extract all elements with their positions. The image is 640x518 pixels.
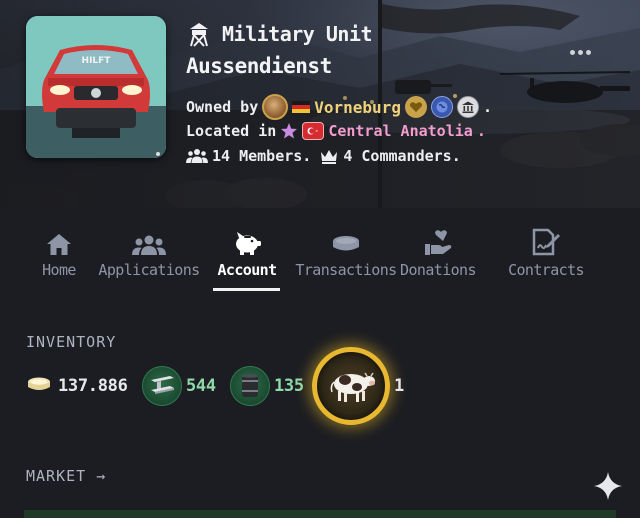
car-image: HILFT: [26, 16, 166, 158]
cow-item-badge: [312, 347, 390, 425]
unit-name: Aussendienst: [186, 54, 332, 78]
hand-heart-icon: [425, 230, 452, 255]
inventory-item-oil[interactable]: 135: [230, 366, 304, 406]
located-in-label: Located in: [186, 122, 277, 140]
market-title: MARKET: [26, 467, 87, 485]
tab-donations[interactable]: Donations: [386, 226, 490, 292]
users-icon: [132, 235, 166, 255]
piggy-bank-icon: [236, 232, 261, 255]
owner-avatar[interactable]: [262, 94, 289, 120]
owner-name-link[interactable]: Vorneburg: [314, 98, 401, 117]
located-in-row: Located in Central Anatolia.: [186, 120, 486, 142]
oil-value: 135: [274, 376, 304, 396]
inventory-list: 137.886 544 135 1: [24, 347, 424, 425]
members-row: 14 Members. 4 Commanders.: [186, 145, 461, 167]
coin-stack-icon: [28, 377, 50, 390]
tab-account[interactable]: Account: [214, 226, 280, 292]
unit-avatar[interactable]: HILFT: [26, 16, 166, 158]
turkey-flag-icon: [302, 122, 325, 140]
members-count[interactable]: 14 Members.: [212, 147, 311, 165]
cow-value: 1: [394, 376, 404, 396]
coins-icon: [333, 236, 359, 251]
more-dot-icon: [577, 49, 583, 55]
tab-transactions-label: Transactions: [295, 261, 397, 279]
heart-badge-icon: [404, 96, 427, 118]
tab-home[interactable]: Home: [36, 226, 82, 292]
avatar-indicator-dot: [156, 152, 160, 156]
money-value: 137.886: [58, 376, 128, 396]
watchtower-icon: [190, 23, 208, 47]
tab-applications[interactable]: Applications: [98, 226, 200, 292]
germany-flag-icon: [292, 101, 311, 113]
arrow-right-icon: →: [96, 467, 107, 485]
star-icon: [281, 123, 298, 139]
oil-item-badge: [230, 366, 270, 406]
members-icon: [186, 149, 208, 163]
inventory-item-cow[interactable]: 1: [312, 346, 404, 426]
iron-item-badge: [142, 366, 182, 406]
unit-header-banner: HILFT Military Unit Aussendienst Owned b…: [0, 0, 640, 208]
sparkle-icon[interactable]: [592, 470, 624, 502]
tab-home-label: Home: [42, 261, 76, 279]
region-link[interactable]: Central Anatolia: [328, 122, 473, 140]
inventory-item-money[interactable]: 137.886: [26, 372, 128, 400]
market-link[interactable]: MARKET →: [26, 467, 106, 485]
more-dot-icon: [569, 49, 575, 55]
owned-by-row: Owned by Vorneburg .: [186, 94, 492, 120]
avatar-plate-text: HILFT: [82, 56, 112, 66]
cow-icon: [330, 372, 375, 402]
more-dot-icon: [585, 49, 591, 55]
unit-tabs: Home Applications Account Transactions D…: [0, 226, 640, 292]
active-tab-indicator: [213, 288, 280, 291]
located-suffix: .: [476, 122, 486, 140]
owned-by-label: Owned by: [186, 98, 259, 116]
home-icon: [47, 234, 71, 255]
tab-contracts[interactable]: Contracts: [508, 226, 585, 292]
contract-sign-icon: [532, 228, 560, 256]
inventory-item-iron[interactable]: 544: [142, 366, 216, 406]
commanders-count[interactable]: 4 Commanders.: [343, 147, 460, 165]
market-preview-strip: [24, 510, 616, 518]
tab-transactions[interactable]: Transactions: [295, 226, 397, 292]
tab-account-label: Account: [217, 261, 277, 279]
tab-donations-label: Donations: [400, 261, 476, 279]
more-options-button[interactable]: [563, 44, 597, 60]
globe-badge-icon: [430, 96, 453, 118]
iron-value: 544: [186, 376, 216, 396]
oil-barrel-icon: [242, 374, 258, 397]
tab-applications-label: Applications: [98, 261, 200, 279]
unit-type-label: Military Unit: [222, 22, 373, 46]
bank-badge-icon: [456, 96, 479, 118]
unit-type: Military Unit: [186, 20, 373, 48]
crown-icon: [321, 150, 338, 164]
tab-contracts-label: Contracts: [508, 261, 584, 279]
owned-by-suffix: .: [482, 98, 492, 116]
iron-beam-icon: [151, 376, 174, 394]
